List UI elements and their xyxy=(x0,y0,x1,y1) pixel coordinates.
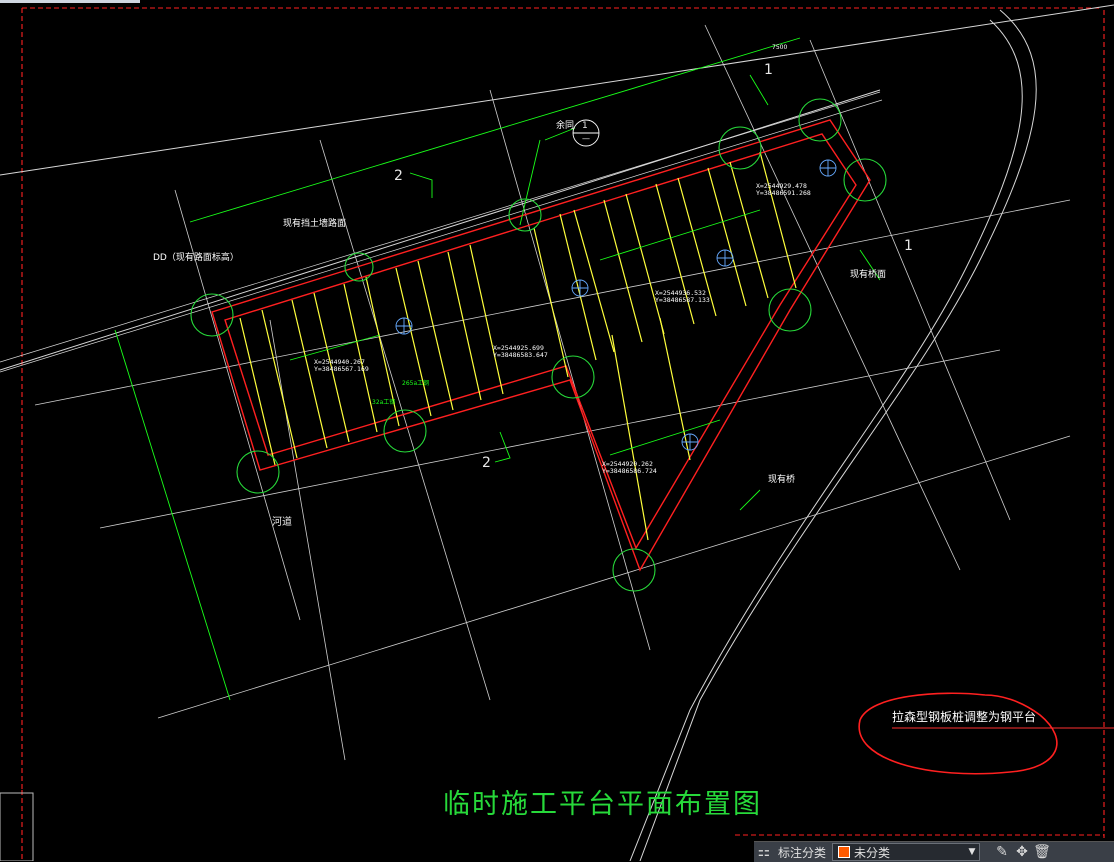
road-edges xyxy=(0,4,1114,861)
section-marker-1-top: 1 xyxy=(764,62,773,78)
chevron-down-icon: ▼ xyxy=(968,847,976,857)
existing-bridge-label: 现有桥 xyxy=(768,475,796,485)
edit-icon[interactable]: ✎ xyxy=(992,842,1012,862)
coordinate-label: X=2544920.262 Y=38486586.724 xyxy=(602,460,657,475)
retaining-road-label: 现有挡土墙路面 xyxy=(283,219,347,229)
markup-note-text: 拉森型钢板桩调整为钢平台 xyxy=(892,710,1037,724)
beam-spec-label-1: 265a工钢 xyxy=(402,380,430,387)
annotation-toolbar: ⚏ 标注分类 未分类 ▼ ✎ ✥ 🗑 xyxy=(754,841,1114,862)
coordinate-label: X=2544929.478 Y=38486591.268 xyxy=(756,182,811,197)
dimension-top-label: 7500 xyxy=(772,44,788,51)
beam-spec-label-2: 32a工钢 xyxy=(372,399,396,406)
coordinate-label: X=2544936.532 Y=38486587.133 xyxy=(655,289,710,304)
road-elevation-label: DD（现有路面标高） xyxy=(153,253,239,263)
section-marker-2-top: 2 xyxy=(394,168,403,184)
grid-lines xyxy=(34,24,1071,761)
detail-callout-number: 1 xyxy=(582,121,588,131)
category-select-value: 未分类 xyxy=(854,845,891,860)
coordinate-label: X=2544940.267 Y=38486567.169 xyxy=(314,358,369,373)
section-marker-1-right: 1 xyxy=(904,238,913,254)
river-label: 河道 xyxy=(272,517,292,528)
category-color-swatch xyxy=(838,846,851,858)
annotation-category-label: 标注分类 xyxy=(778,845,827,860)
detail-callout-sub: — xyxy=(582,134,590,143)
section-marker-2-bottom: 2 xyxy=(482,455,491,471)
markup-ellipse xyxy=(858,692,1058,775)
existing-bridge-deck-label: 现有桥面 xyxy=(850,270,887,280)
detail-ref-label: 余同 xyxy=(556,121,575,131)
delete-icon[interactable]: 🗑 xyxy=(1032,842,1052,862)
annotation-category-select[interactable]: 未分类 ▼ xyxy=(832,843,981,861)
viewport-corner-box xyxy=(0,792,34,861)
drawing-title: 临时施工平台平面布置图 xyxy=(443,789,762,820)
revision-cloud-border xyxy=(21,7,1105,861)
coordinate-label: X=2544925.699 Y=38486583.647 xyxy=(493,344,548,359)
move-icon[interactable]: ✥ xyxy=(1012,842,1032,862)
layers-icon[interactable]: ⚏ xyxy=(754,842,774,862)
